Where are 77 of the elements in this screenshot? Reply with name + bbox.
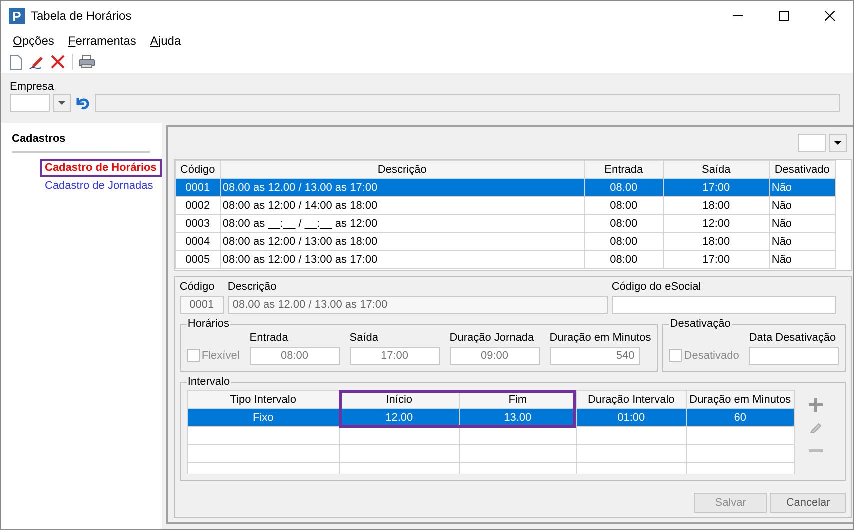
new-document-icon[interactable] (7, 53, 25, 71)
time-field[interactable]: 17:00 (350, 347, 440, 365)
table-cell[interactable]: 08:00 as 12:00 / 13:00 as 18:00 (220, 232, 584, 250)
menu-item[interactable]: Opções (7, 34, 60, 48)
table-cell[interactable]: Fixo (187, 408, 340, 426)
table-cell[interactable]: 08:00 (584, 214, 664, 232)
field-label: Data Desativação (749, 332, 838, 344)
descricao-label: Descrição (228, 281, 278, 293)
table-cell[interactable]: 08:00 (584, 232, 664, 250)
time-field[interactable]: 540 (550, 347, 640, 365)
table-cell[interactable]: 18:00 (663, 232, 770, 250)
column-header[interactable]: Duração Intervalo (576, 390, 686, 408)
menu-item[interactable]: Ajuda (144, 34, 188, 48)
caret-icon (834, 141, 842, 145)
time-field[interactable]: 09:00 (450, 347, 540, 365)
table-cell[interactable]: 08:00 as 12:00 / 14:00 as 18:00 (220, 196, 584, 214)
empresa-label: Empresa (10, 81, 56, 93)
close-icon[interactable] (825, 11, 835, 21)
column-header[interactable]: Tipo Intervalo (187, 390, 340, 408)
table-cell[interactable]: 17:00 (663, 250, 770, 268)
table-cell[interactable]: 08.00 as 12.00 / 13.00 as 17:00 (220, 178, 584, 196)
field-label: Duração em Minutos (550, 332, 652, 344)
table-cell[interactable]: Não (769, 214, 836, 232)
column-header[interactable]: Entrada (584, 160, 664, 178)
esocial-label: Código do eSocial (612, 281, 702, 293)
filter-field[interactable] (798, 134, 826, 152)
date-field[interactable] (749, 347, 840, 365)
table-cell[interactable]: Não (769, 178, 836, 196)
table-cell[interactable]: Não (769, 232, 836, 250)
cancel-button[interactable]: Cancelar (770, 493, 846, 513)
esocial-field[interactable] (612, 296, 836, 314)
window-title: Tabela de Horários (31, 9, 133, 23)
dropdown-button[interactable] (829, 134, 848, 152)
column-header[interactable]: Desativado (769, 160, 836, 178)
dropdown-button[interactable] (53, 94, 71, 112)
plus-icon[interactable] (806, 396, 825, 414)
caret-icon (58, 101, 66, 105)
codigo-label: Código (180, 281, 216, 293)
codigo-field: 0001 (180, 296, 224, 314)
table-cell[interactable]: 01:00 (576, 408, 686, 426)
field-label: Saída (350, 332, 380, 344)
group-title: Desativação (669, 318, 732, 330)
table-cell[interactable]: 18:00 (663, 196, 770, 214)
delete-icon[interactable] (49, 53, 67, 71)
group-title: Horários (186, 318, 230, 330)
time-field[interactable]: 08:00 (250, 347, 340, 365)
table-cell[interactable]: 08:00 as __:__ / __:__ as 12:00 (220, 214, 584, 232)
app-icon: P (9, 8, 25, 24)
table-cell[interactable]: 0002 (175, 196, 220, 214)
field-label: Entrada (250, 332, 290, 344)
table-cell[interactable]: 08:00 (584, 250, 664, 268)
column-header[interactable]: Saída (663, 160, 770, 178)
table-cell[interactable]: 08:00 (584, 196, 664, 214)
table-cell[interactable]: 0005 (175, 250, 220, 268)
table-cell[interactable]: 08:00 as 12:00 / 13:00 as 17:00 (220, 250, 584, 268)
table-cell[interactable]: 17:00 (663, 178, 770, 196)
printer-icon[interactable] (78, 53, 96, 71)
table-cell[interactable]: 12:00 (663, 214, 770, 232)
column-header[interactable]: Código (175, 160, 220, 178)
column-header[interactable]: Duração em Minutos (686, 390, 794, 408)
field-label: Duração Jornada (450, 332, 536, 344)
menu-item[interactable]: Ferramentas (62, 34, 142, 48)
table-cell[interactable]: 08.00 (584, 178, 664, 196)
table-cell[interactable]: 60 (686, 408, 794, 426)
column-header[interactable]: Descrição (220, 160, 584, 178)
maximize-icon[interactable] (779, 11, 789, 21)
descricao-field[interactable]: 08.00 as 12.00 / 13.00 as 17:00 (228, 296, 608, 314)
table-cell[interactable]: Não (769, 196, 836, 214)
group-title: Intervalo (186, 376, 232, 388)
table-cell[interactable]: Não (769, 250, 836, 268)
table-cell[interactable]: 0004 (175, 232, 220, 250)
sidebar-link[interactable]: Cadastro de Jornadas (40, 177, 158, 195)
sidebar-link[interactable]: Cadastro de Horários (40, 159, 162, 177)
table-cell[interactable]: 0001 (175, 178, 220, 196)
empresa-field[interactable] (10, 94, 50, 112)
sidebar-title: Cadastros (12, 133, 150, 153)
table-cell[interactable]: 0003 (175, 214, 220, 232)
